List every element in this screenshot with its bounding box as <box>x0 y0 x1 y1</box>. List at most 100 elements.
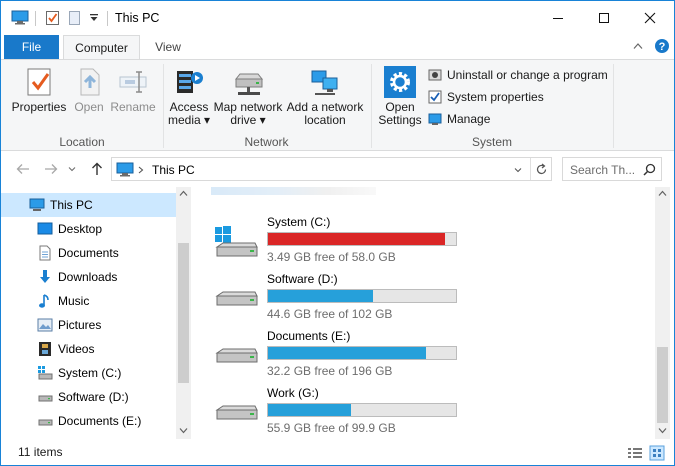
drive-icon <box>215 291 258 306</box>
close-button[interactable] <box>627 1 673 35</box>
minimize-icon <box>553 18 563 19</box>
help-icon[interactable]: ? <box>654 38 670 54</box>
title-divider <box>35 11 36 26</box>
map-network-drive-button[interactable]: Map network drive ▾ <box>211 66 285 127</box>
quick-new-folder-icon[interactable] <box>68 10 81 26</box>
customize-toolbar-icon[interactable] <box>89 13 99 23</box>
quick-properties-icon[interactable] <box>45 10 60 26</box>
pictures-icon <box>37 318 53 332</box>
scroll-up-icon[interactable] <box>179 190 188 197</box>
access-media-button[interactable]: Access media ▾ <box>165 66 213 127</box>
nav-pane-scrollbar[interactable] <box>176 187 191 439</box>
nav-item-desktop[interactable]: Desktop <box>1 217 176 241</box>
drive-usage-fill <box>268 290 374 302</box>
rename-icon <box>119 71 147 93</box>
title-bar: This PC <box>1 1 674 35</box>
open-button[interactable]: Open <box>71 66 107 114</box>
drive-item-software-d[interactable]: Software (D:) 44.6 GB free of 102 GB <box>213 272 473 326</box>
tab-file[interactable]: File <box>4 35 59 59</box>
content-scroll-thumb[interactable] <box>657 347 668 423</box>
rename-button[interactable]: Rename <box>109 66 157 114</box>
address-row: This PC Search Th... <box>1 155 674 183</box>
details-view-icon[interactable] <box>627 446 643 460</box>
scroll-down-icon[interactable] <box>658 427 667 434</box>
open-icon <box>80 68 100 96</box>
refresh-icon[interactable] <box>535 163 548 176</box>
drive-usage-fill <box>268 233 445 245</box>
tab-view[interactable]: View <box>143 35 193 59</box>
recent-locations-button[interactable] <box>65 159 79 179</box>
breadcrumb-separator-icon <box>138 166 144 174</box>
computer-icon <box>29 198 45 211</box>
drive-icon <box>215 405 258 420</box>
up-button[interactable] <box>87 159 107 179</box>
add-network-location-button[interactable]: Add a network location <box>285 66 365 127</box>
open-settings-button[interactable]: Open Settings <box>375 66 425 127</box>
drive-usage-bar <box>267 232 457 246</box>
system-properties-icon <box>428 90 442 104</box>
maximize-button[interactable] <box>581 1 627 35</box>
computer-icon <box>116 162 134 177</box>
drive-icon <box>215 348 258 363</box>
nav-item-documents-e[interactable]: Documents (E:) <box>1 409 176 433</box>
drive-free-space: 55.9 GB free of 99.9 GB <box>267 421 396 435</box>
drive-item-documents-e[interactable]: Documents (E:) 32.2 GB free of 196 GB <box>213 329 473 383</box>
documents-icon <box>39 245 51 261</box>
uninstall-program-button[interactable]: Uninstall or change a program <box>428 66 608 84</box>
scroll-up-icon[interactable] <box>658 190 667 197</box>
nav-item-software-d[interactable]: Software (D:) <box>1 385 176 409</box>
collapse-ribbon-icon[interactable] <box>633 42 643 50</box>
drive-usage-fill <box>268 404 351 416</box>
nav-item-pictures[interactable]: Pictures <box>1 313 176 337</box>
scroll-down-icon[interactable] <box>179 427 188 434</box>
nav-item-videos[interactable]: Videos <box>1 337 176 361</box>
close-icon <box>644 12 656 24</box>
drive-free-space: 32.2 GB free of 196 GB <box>267 364 393 378</box>
address-bar[interactable]: This PC <box>111 157 552 181</box>
drive-name: Work (G:) <box>267 386 319 400</box>
drive-usage-bar <box>267 289 457 303</box>
status-bar: 11 items <box>1 441 674 465</box>
drive-item-work-g[interactable]: Work (G:) 55.9 GB free of 99.9 GB <box>213 386 473 439</box>
nav-item-system-c[interactable]: System (C:) <box>1 361 176 385</box>
search-box[interactable]: Search Th... <box>562 157 662 181</box>
properties-icon <box>27 68 51 96</box>
drive-icon <box>38 395 53 402</box>
nav-scroll-thumb[interactable] <box>178 243 189 383</box>
tab-computer[interactable]: Computer <box>63 35 140 60</box>
map-drive-icon <box>234 73 264 95</box>
group-label-network: Network <box>244 135 289 149</box>
computer-icon <box>11 10 29 25</box>
network-location-icon <box>311 70 338 95</box>
properties-button[interactable]: Properties <box>9 66 69 114</box>
address-history-icon[interactable] <box>514 167 522 173</box>
large-icons-view-icon[interactable] <box>649 445 665 461</box>
nav-item-music[interactable]: Music <box>1 289 176 313</box>
manage-button[interactable]: Manage <box>428 110 490 128</box>
drive-item-system-c[interactable]: System (C:) 3.49 GB free of 58.0 GB <box>213 215 473 269</box>
windows-drive-icon <box>215 226 258 257</box>
forward-arrow-icon <box>45 164 58 174</box>
nav-item-downloads[interactable]: Downloads <box>1 265 176 289</box>
breadcrumb[interactable]: This PC <box>152 163 195 177</box>
minimize-button[interactable] <box>535 1 581 35</box>
content-pane: System (C:) 3.49 GB free of 58.0 GB Soft… <box>193 187 655 439</box>
back-button[interactable] <box>13 159 33 179</box>
content-scrollbar[interactable] <box>655 187 670 439</box>
drive-icon <box>38 419 53 426</box>
music-icon <box>39 294 49 308</box>
search-icon[interactable] <box>643 163 656 176</box>
nav-item-documents[interactable]: Documents <box>1 241 176 265</box>
nav-item-this-pc[interactable]: This PC <box>1 193 176 217</box>
group-label-location: Location <box>59 135 105 149</box>
drive-name: Software (D:) <box>267 272 338 286</box>
title-divider-2 <box>107 11 108 26</box>
ribbon-tabs: File Computer View ? <box>1 35 674 60</box>
desktop-icon <box>37 222 53 235</box>
access-media-icon <box>177 71 203 93</box>
search-input[interactable]: Search Th... <box>570 163 635 177</box>
drive-free-space: 44.6 GB free of 102 GB <box>267 307 393 321</box>
drive-usage-bar <box>267 346 457 360</box>
system-properties-button[interactable]: System properties <box>428 88 544 106</box>
forward-button[interactable] <box>41 159 61 179</box>
